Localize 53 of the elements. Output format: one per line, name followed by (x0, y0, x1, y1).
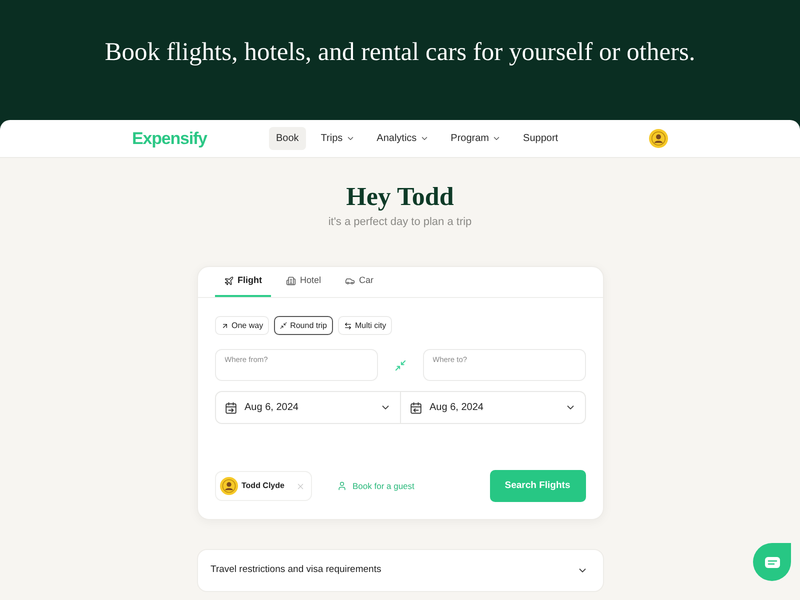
nav-item[interactable]: Program (444, 127, 508, 150)
date-picker[interactable]: Aug 6, 2024 (214, 391, 400, 424)
avatar-icon (220, 477, 238, 495)
date-value: Aug 6, 2024 (244, 401, 298, 415)
tab[interactable]: Car (336, 266, 383, 297)
calendar-icon (410, 402, 422, 414)
nav-item[interactable]: Trips (314, 127, 362, 150)
chevron-down-icon (492, 134, 502, 143)
nav-item[interactable]: Support (516, 127, 566, 150)
building-icon (286, 276, 296, 286)
car-icon (345, 276, 356, 286)
nav-item[interactable]: Analytics (370, 127, 436, 150)
traveler-name: Todd Clyde (242, 480, 284, 492)
tab-label: Hotel (300, 274, 322, 287)
arrows-left-right-icon (344, 322, 352, 330)
accordion-header[interactable]: Travel restrictions and visa requirements (196, 549, 604, 592)
calendar-icon (224, 402, 236, 414)
nav-label: Program (450, 132, 490, 146)
diagonal-arrows-icon (280, 322, 288, 329)
tab[interactable]: Hotel (277, 266, 330, 297)
nav-item[interactable]: Book (269, 127, 306, 150)
trip-type-chip[interactable]: Round trip (274, 316, 333, 335)
trip-type-chip[interactable]: One way (214, 316, 270, 335)
nav-label: Analytics (376, 132, 417, 146)
chip-label: Round trip (290, 320, 327, 332)
chip-label: Multi city (355, 320, 386, 332)
swap-arrows-icon[interactable] (394, 360, 406, 370)
chevron-down-icon (346, 134, 355, 143)
tab-label: Car (359, 274, 374, 287)
nav-label: Book (276, 132, 299, 146)
trip-type-chip[interactable]: Multi city (338, 316, 392, 335)
chip-label: One way (232, 320, 264, 332)
tab-label: Flight (238, 274, 262, 287)
profile-avatar-button[interactable] (649, 129, 668, 148)
close-icon (296, 482, 304, 490)
chat-icon (764, 556, 780, 568)
banner-heading: Book flights, hotels, and rental cars for yourself or others. (104, 37, 696, 67)
nav-label: Trips (320, 132, 343, 146)
link-label: Book for a guest (352, 480, 414, 492)
date-value: Aug 6, 2024 (430, 401, 484, 415)
greeting-subtitle: it's a perfect day to plan a trip (328, 215, 472, 229)
date-picker[interactable]: Aug 6, 2024 (400, 391, 586, 424)
nav-label: Support (523, 132, 558, 146)
arrow-up-right-icon (220, 322, 228, 330)
chevron-down-icon (420, 134, 429, 143)
avatar-icon (649, 129, 668, 148)
remove-button[interactable] (296, 482, 304, 490)
plane-icon (224, 276, 234, 286)
accordion-title: Travel restrictions and visa requirements (210, 563, 382, 578)
person-icon (336, 481, 346, 491)
chat-button[interactable] (753, 543, 791, 581)
tab[interactable]: Flight (214, 266, 271, 297)
greeting-title: Hey Todd (346, 182, 454, 212)
